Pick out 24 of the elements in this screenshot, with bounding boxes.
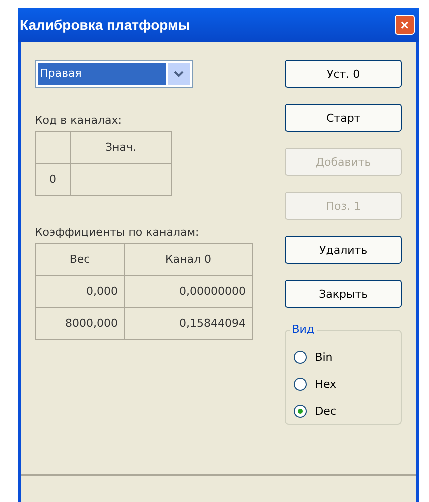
radio-button[interactable]	[294, 405, 308, 418]
table-cell: 0	[36, 164, 70, 196]
radio-button[interactable]	[294, 351, 308, 364]
column-header: Знач.	[70, 132, 172, 164]
section-label: Коэффициенты по каналам:	[35, 226, 200, 239]
close-button[interactable]: ×	[395, 15, 415, 35]
action-button[interactable]: Старт	[285, 104, 402, 132]
column-header: Вес	[36, 244, 124, 276]
radio-label[interactable]: Hex	[315, 378, 337, 391]
group-title: Вид	[290, 323, 317, 336]
dropdown[interactable]: Правая	[35, 60, 193, 88]
radio-label[interactable]: Bin	[315, 351, 333, 364]
action-button[interactable]: Уст. 0	[285, 60, 402, 88]
table-cell: 0,15844094	[124, 308, 252, 340]
radio-button[interactable]	[294, 378, 308, 391]
radio-label[interactable]: Dec	[315, 405, 336, 418]
column-header: Канал 0	[124, 244, 252, 276]
table-cell: 8000,000	[36, 308, 124, 340]
section-label: Код в каналах:	[35, 114, 123, 127]
action-button[interactable]: Закрыть	[285, 280, 402, 308]
window-title: Калибровка платформы	[20, 17, 190, 33]
table-cell: 0,00000000	[124, 276, 252, 308]
action-button[interactable]: Удалить	[285, 236, 402, 264]
table-cell: 0,000	[36, 276, 124, 308]
